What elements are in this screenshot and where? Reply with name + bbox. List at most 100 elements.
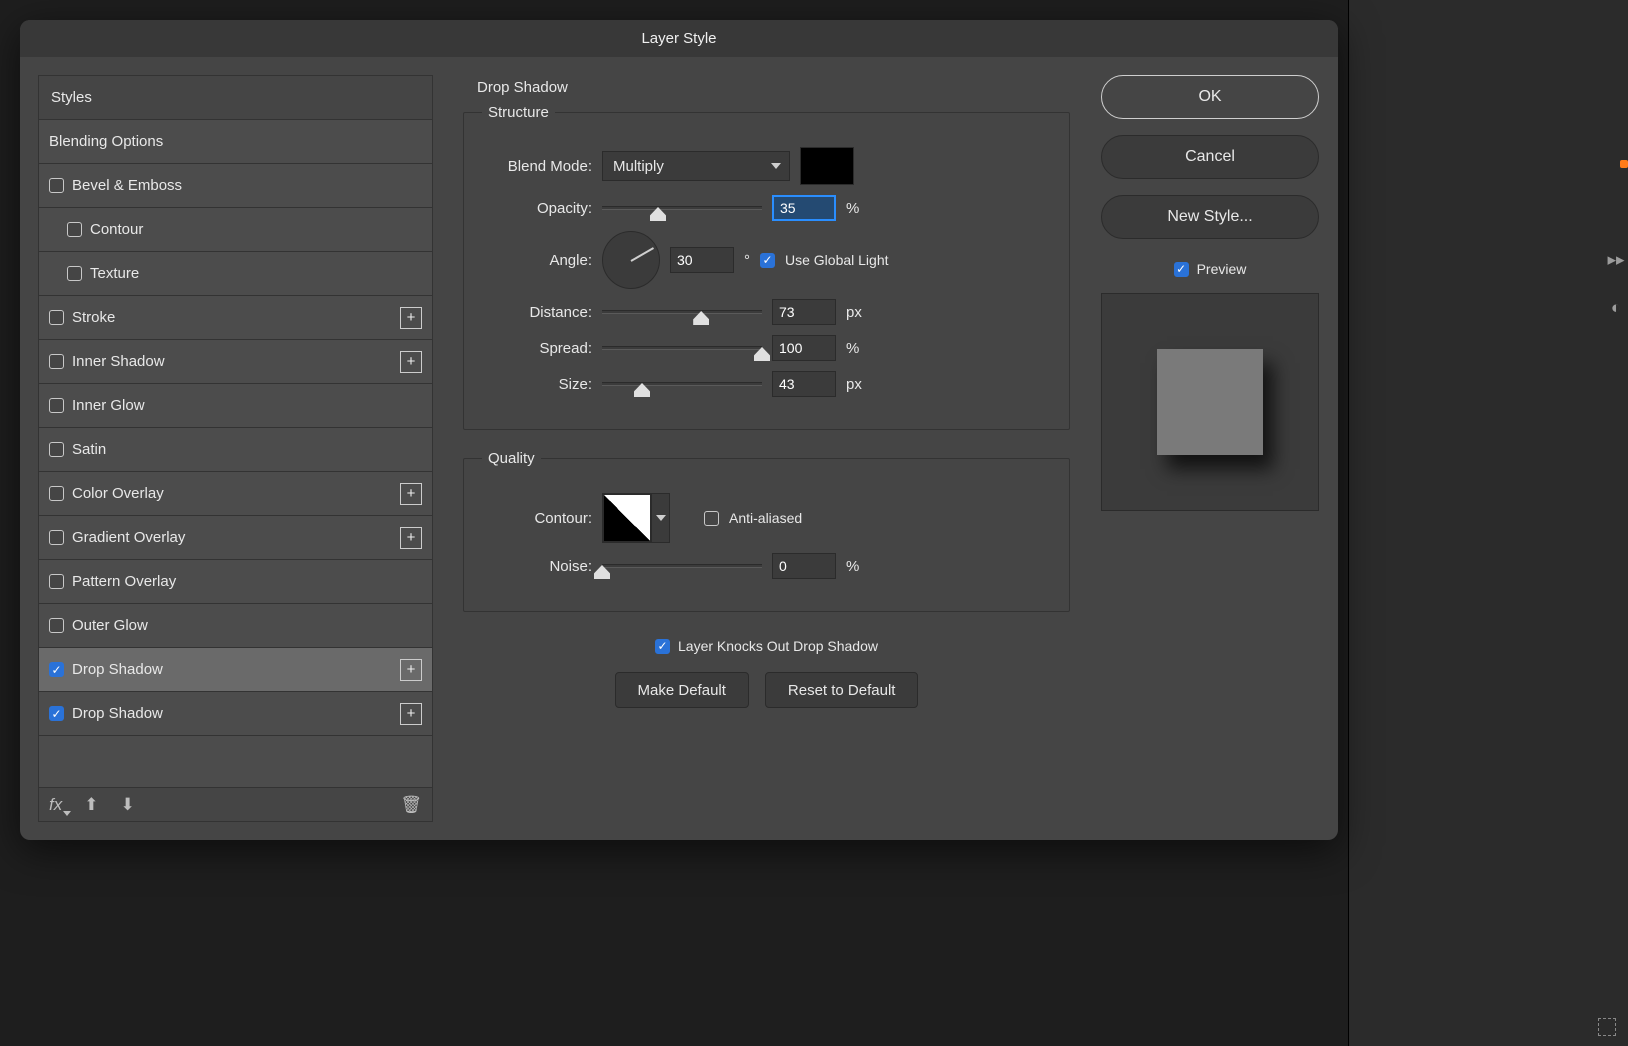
sidebar-item-drop-shadow[interactable]: Drop Shadow+ [39, 648, 432, 692]
effect-checkbox[interactable] [49, 486, 64, 501]
sidebar-item-label: Inner Shadow [72, 353, 165, 370]
panel-expand-icon[interactable]: ▸▸ [1606, 250, 1626, 270]
sidebar-item-label: Blending Options [49, 133, 163, 150]
distance-slider[interactable] [602, 302, 762, 322]
effect-checkbox[interactable] [49, 310, 64, 325]
sidebar-item-label: Bevel & Emboss [72, 177, 182, 194]
add-effect-icon[interactable]: + [400, 483, 422, 505]
effect-checkbox[interactable] [49, 354, 64, 369]
sidebar-item-label: Color Overlay [72, 485, 164, 502]
make-default-button[interactable]: Make Default [615, 672, 749, 708]
noise-input[interactable] [772, 553, 836, 579]
blend-mode-value: Multiply [613, 158, 664, 175]
opacity-slider[interactable] [602, 198, 762, 218]
sidebar-item-label: Contour [90, 221, 143, 238]
add-effect-icon[interactable]: + [400, 527, 422, 549]
effects-header[interactable]: Styles [39, 76, 432, 120]
sidebar-item-label: Inner Glow [72, 397, 145, 414]
chevron-down-icon[interactable] [651, 494, 669, 542]
sidebar-item-gradient-overlay[interactable]: Gradient Overlay+ [39, 516, 432, 560]
preview-box [1101, 293, 1319, 511]
add-effect-icon[interactable]: + [400, 351, 422, 373]
contour-picker[interactable] [602, 493, 670, 543]
noise-slider[interactable] [602, 556, 762, 576]
move-down-icon[interactable]: ⬇ [120, 795, 134, 815]
sidebar-item-inner-glow[interactable]: Inner Glow [39, 384, 432, 428]
noise-label: Noise: [482, 558, 592, 575]
size-input[interactable] [772, 371, 836, 397]
shadow-color-swatch[interactable] [800, 147, 854, 185]
effect-checkbox[interactable] [49, 706, 64, 721]
add-effect-icon[interactable]: + [400, 307, 422, 329]
sidebar-item-bevel-emboss[interactable]: Bevel & Emboss [39, 164, 432, 208]
sidebar-item-label: Pattern Overlay [72, 573, 176, 590]
distance-label: Distance: [482, 304, 592, 321]
anti-aliased-label: Anti-aliased [729, 510, 802, 526]
effect-checkbox[interactable] [49, 662, 64, 677]
effect-checkbox[interactable] [49, 530, 64, 545]
effects-toolbar: fx ⬆ ⬇ 🗑 [39, 787, 432, 821]
dialog-title-text: Layer Style [641, 30, 716, 47]
blend-mode-select[interactable]: Multiply [602, 151, 790, 181]
quality-group: Quality Contour: Anti-aliased Noise: [463, 450, 1070, 612]
anti-aliased-checkbox[interactable] [704, 511, 719, 526]
sidebar-item-outer-glow[interactable]: Outer Glow [39, 604, 432, 648]
structure-legend: Structure [482, 104, 555, 121]
cancel-button[interactable]: Cancel [1101, 135, 1319, 179]
size-unit: px [846, 376, 862, 393]
effect-checkbox[interactable] [67, 222, 82, 237]
effect-checkbox[interactable] [49, 574, 64, 589]
resize-handle-icon[interactable] [1598, 1018, 1616, 1036]
effect-checkbox[interactable] [49, 178, 64, 193]
sidebar-item-label: Satin [72, 441, 106, 458]
preview-checkbox[interactable] [1174, 262, 1189, 277]
sidebar-item-pattern-overlay[interactable]: Pattern Overlay [39, 560, 432, 604]
sidebar-item-label: Drop Shadow [72, 705, 163, 722]
adjustments-icon[interactable]: ◐ [1606, 298, 1626, 318]
distance-input[interactable] [772, 299, 836, 325]
sidebar-item-drop-shadow[interactable]: Drop Shadow + [39, 692, 432, 736]
ok-button[interactable]: OK [1101, 75, 1319, 119]
reset-default-button[interactable]: Reset to Default [765, 672, 919, 708]
knockout-checkbox[interactable] [655, 639, 670, 654]
new-style-button[interactable]: New Style... [1101, 195, 1319, 239]
use-global-light-checkbox[interactable] [760, 253, 775, 268]
sidebar-item-contour[interactable]: Contour [39, 208, 432, 252]
effect-panel-title: Drop Shadow [463, 75, 1070, 104]
trash-icon[interactable]: 🗑 [400, 795, 422, 815]
sidebar-item-color-overlay[interactable]: Color Overlay + [39, 472, 432, 516]
sidebar-item-label: Stroke [72, 309, 115, 326]
spread-input[interactable] [772, 335, 836, 361]
sidebar-item-satin[interactable]: Satin [39, 428, 432, 472]
effect-checkbox[interactable] [49, 398, 64, 413]
fx-menu-icon[interactable]: fx [49, 795, 62, 815]
spread-unit: % [846, 340, 859, 357]
sidebar-item-texture[interactable]: Texture [39, 252, 432, 296]
move-up-icon[interactable]: ⬆ [84, 795, 98, 815]
angle-dial[interactable] [602, 231, 660, 289]
spread-slider[interactable] [602, 338, 762, 358]
sidebar-item-inner-shadow[interactable]: Inner Shadow + [39, 340, 432, 384]
accent-indicator [1620, 160, 1628, 168]
opacity-input[interactable] [772, 195, 836, 221]
preview-swatch [1157, 349, 1263, 455]
add-effect-icon[interactable]: + [400, 703, 422, 725]
effect-checkbox[interactable] [67, 266, 82, 281]
size-slider[interactable] [602, 374, 762, 394]
dialog-actions: OK Cancel New Style... Preview [1100, 75, 1320, 822]
noise-unit: % [846, 558, 859, 575]
contour-label: Contour: [482, 510, 592, 527]
distance-unit: px [846, 304, 862, 321]
effect-checkbox[interactable] [49, 442, 64, 457]
effect-checkbox[interactable] [49, 618, 64, 633]
sidebar-item-blending-options[interactable]: Blending Options [39, 120, 432, 164]
opacity-label: Opacity: [482, 200, 592, 217]
opacity-unit: % [846, 200, 859, 217]
angle-label: Angle: [482, 252, 592, 269]
use-global-light-label: Use Global Light [785, 252, 889, 268]
blend-mode-label: Blend Mode: [482, 158, 592, 175]
sidebar-item-stroke[interactable]: Stroke + [39, 296, 432, 340]
effects-list: Styles Blending Options Bevel & Emboss Con… [38, 75, 433, 822]
angle-input[interactable] [670, 247, 734, 273]
add-effect-icon[interactable]: + [400, 659, 422, 681]
